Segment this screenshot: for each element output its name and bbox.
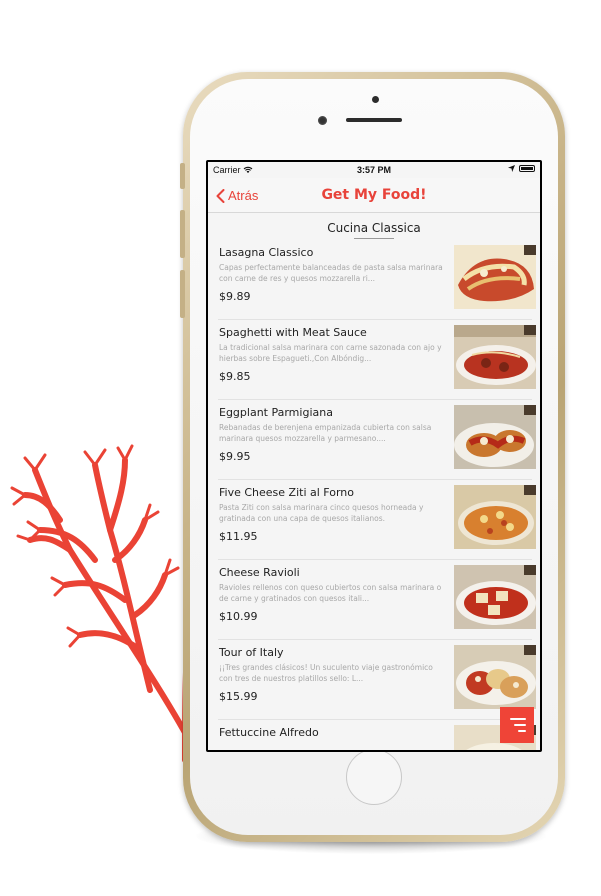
item-name: Cheese Ravioli	[219, 566, 300, 579]
menu-item[interactable]: Cheese Ravioli Ravioles rellenos con que…	[208, 560, 540, 640]
menu-item[interactable]: Tour of Italy ¡¡Tres grandes clásicos! U…	[208, 640, 540, 720]
menu-item[interactable]: Five Cheese Ziti al Forno Pasta Ziti con…	[208, 480, 540, 560]
item-price: $9.95	[219, 450, 251, 463]
item-description: Rebanadas de berenjena empanizada cubier…	[219, 423, 432, 443]
item-photo	[454, 405, 536, 469]
item-name: Tour of Italy	[219, 646, 284, 659]
item-name: Five Cheese Ziti al Forno	[219, 486, 354, 499]
menu-item[interactable]: Spaghetti with Meat Sauce La tradicional…	[208, 320, 540, 400]
menu-fab-button[interactable]	[500, 707, 534, 743]
item-description: ¡¡Tres grandes clásicos! Un suculento vi…	[219, 663, 433, 683]
item-photo	[454, 645, 536, 709]
item-photo	[454, 325, 536, 389]
side-button	[180, 163, 185, 189]
item-description: La tradicional salsa marinara con carne …	[219, 343, 442, 363]
menu-lines-icon	[514, 724, 526, 726]
item-photo	[454, 565, 536, 629]
status-bar: Carrier 3:57 PM	[208, 162, 540, 178]
menu-lines-icon	[518, 730, 526, 732]
nav-title: Get My Food!	[321, 187, 427, 203]
item-description: Pasta Ziti con salsa marinara cinco ques…	[219, 503, 424, 523]
item-price: $9.89	[219, 290, 251, 303]
app-view: Carrier 3:57 PM Atrás Get My Food! Cucin…	[208, 162, 540, 750]
status-right	[508, 165, 535, 172]
item-price: $15.99	[219, 690, 258, 703]
volume-up-button	[180, 210, 185, 258]
front-camera	[318, 116, 327, 125]
home-button[interactable]	[346, 749, 402, 805]
earpiece-speaker	[346, 118, 402, 122]
item-photo	[454, 485, 536, 549]
proximity-sensor	[372, 96, 379, 103]
location-arrow-icon	[508, 165, 515, 172]
menu-list: Lasagna Classico Capas perfectamente bal…	[208, 240, 540, 750]
menu-item[interactable]: Fettuccine Alfredo	[208, 720, 540, 750]
item-name: Fettuccine Alfredo	[219, 726, 319, 739]
battery-icon	[519, 165, 535, 172]
menu-item[interactable]: Eggplant Parmigiana Rebanadas de berenje…	[208, 400, 540, 480]
item-description: Ravioles rellenos con queso cubiertos co…	[219, 583, 442, 603]
phone-screen: Carrier 3:57 PM Atrás Get My Food! Cucin…	[206, 160, 542, 752]
item-name: Eggplant Parmigiana	[219, 406, 333, 419]
section-underline	[354, 238, 394, 239]
volume-down-button	[180, 270, 185, 318]
nav-bar: Atrás Get My Food!	[208, 178, 540, 213]
menu-item[interactable]: Lasagna Classico Capas perfectamente bal…	[208, 240, 540, 320]
item-description: Capas perfectamente balanceadas de pasta…	[219, 263, 443, 283]
item-price: $10.99	[219, 610, 258, 623]
item-photo	[454, 245, 536, 309]
menu-lines-icon	[510, 718, 526, 720]
item-price: $9.85	[219, 370, 251, 383]
item-price: $11.95	[219, 530, 258, 543]
status-time: 3:57 PM	[356, 165, 391, 175]
item-name: Lasagna Classico	[219, 246, 314, 259]
section-title: Cucina Classica	[327, 221, 421, 235]
coral-decoration	[10, 444, 208, 770]
item-name: Spaghetti with Meat Sauce	[219, 326, 367, 339]
